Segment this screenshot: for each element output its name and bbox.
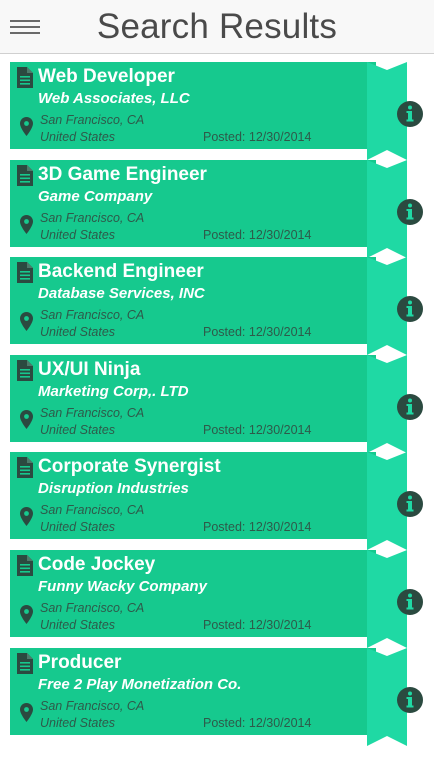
job-city: San Francisco, CA [40,405,145,420]
job-card[interactable]: Code Jockey Funny Wacky Company San Fran… [10,549,423,648]
company-name: Disruption Industries [38,480,189,498]
job-country: United States [40,422,116,437]
job-card-body: Web Developer Web Associates, LLC San Fr… [10,62,376,149]
company-name: Game Company [38,187,153,205]
document-icon [17,359,33,381]
job-country: United States [40,130,116,144]
app-header: Search Results [0,0,434,54]
job-city: San Francisco, CA [40,503,145,518]
info-icon[interactable] [396,588,424,616]
company-name: Marketing Corp,. LTD [38,382,189,400]
job-card-body: 3D Game Engineer Game Company San Franci… [10,159,376,247]
job-city: San Francisco, CA [40,210,145,225]
posted-date: Posted: 12/30/2014 [203,325,312,340]
job-city: San Francisco, CA [40,600,145,615]
job-country: United States [40,227,116,242]
job-card-body: Producer Free 2 Play Monetization Co. Sa… [10,647,376,735]
job-title: UX/UI Ninja [38,358,141,380]
location-pin-icon [20,604,33,624]
company-name: Web Associates, LLC [38,90,190,107]
posted-date: Posted: 12/30/2014 [203,227,312,242]
job-card[interactable]: Backend Engineer Database Services, INC … [10,257,423,356]
job-title: Web Developer [38,66,175,87]
location-pin-icon [20,312,33,332]
posted-date: Posted: 12/30/2014 [203,715,312,730]
location-pin-icon [20,117,33,136]
location-pin-icon [20,702,33,722]
job-card[interactable]: Web Developer Web Associates, LLC San Fr… [10,62,423,160]
posted-date: Posted: 12/30/2014 [203,422,312,437]
info-icon[interactable] [396,490,424,518]
document-icon [17,262,33,284]
info-icon[interactable] [396,295,424,323]
job-country: United States [40,325,116,340]
job-country: United States [40,617,116,632]
job-city: San Francisco, CA [40,113,145,127]
job-country: United States [40,715,116,730]
info-icon[interactable] [396,100,424,128]
job-title: Backend Engineer [38,261,204,283]
document-icon [17,457,33,479]
document-icon [17,164,33,186]
company-name: Free 2 Play Monetization Co. [38,675,242,693]
page-title: Search Results [96,7,338,46]
posted-date: Posted: 12/30/2014 [203,617,312,632]
location-pin-icon [20,409,33,429]
document-icon [17,67,33,88]
job-card[interactable]: Producer Free 2 Play Monetization Co. Sa… [10,647,423,746]
posted-date: Posted: 12/30/2014 [203,130,312,144]
location-pin-icon [20,214,33,234]
company-name: Database Services, INC [38,285,205,303]
job-card[interactable]: 3D Game Engineer Game Company San Franci… [10,159,423,258]
info-icon[interactable] [396,393,424,421]
company-name: Funny Wacky Company [38,577,207,595]
job-card-body: Code Jockey Funny Wacky Company San Fran… [10,549,376,637]
document-icon [17,554,33,576]
location-pin-icon [20,507,33,527]
job-card[interactable]: UX/UI Ninja Marketing Corp,. LTD San Fra… [10,354,423,453]
info-icon[interactable] [396,198,424,226]
job-title: Corporate Synergist [38,456,221,478]
job-city: San Francisco, CA [40,698,145,713]
job-card[interactable]: Corporate Synergist Disruption Industrie… [10,452,423,551]
search-results-list: Web Developer Web Associates, LLC San Fr… [10,62,423,746]
job-card-body: Corporate Synergist Disruption Industrie… [10,452,376,540]
job-title: Producer [38,651,122,673]
job-card-body: Backend Engineer Database Services, INC … [10,257,376,345]
document-icon [17,652,33,674]
info-icon[interactable] [396,686,424,714]
job-title: 3D Game Engineer [38,163,207,185]
job-card-body: UX/UI Ninja Marketing Corp,. LTD San Fra… [10,354,376,442]
job-country: United States [40,520,116,535]
job-city: San Francisco, CA [40,308,145,323]
job-title: Code Jockey [38,553,156,575]
posted-date: Posted: 12/30/2014 [203,520,312,535]
